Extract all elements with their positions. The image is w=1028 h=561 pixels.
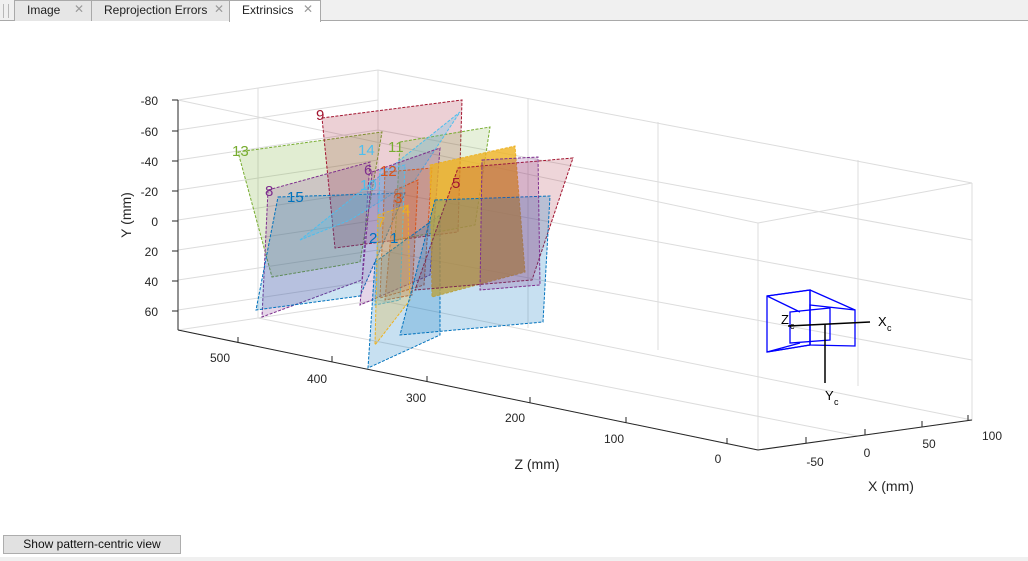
x-tick-label: 0 xyxy=(864,446,871,460)
pattern-centric-view-button[interactable]: Show pattern-centric view xyxy=(3,535,181,554)
y-axis-label: Y (mm) xyxy=(118,192,134,238)
board-label-4: 4 xyxy=(402,202,410,219)
tab-reprojection-errors-label: Reprojection Errors xyxy=(104,3,208,17)
x-tick-labels: -50 0 50 100 xyxy=(806,429,1002,469)
x-tick-label: -50 xyxy=(806,455,824,469)
y-tick-label: -60 xyxy=(141,125,159,139)
board-label-2: 2 xyxy=(369,230,377,247)
tab-extrinsics-close-icon[interactable]: ✕ xyxy=(303,0,313,19)
z-tick-labels: 500 400 300 200 100 0 xyxy=(210,351,722,466)
z-tick-label: 0 xyxy=(715,452,722,466)
board-extra[interactable] xyxy=(479,156,541,291)
board-label-5: 5 xyxy=(452,175,460,192)
camera-x-sub: c xyxy=(887,323,892,333)
y-tick-label: -80 xyxy=(141,94,159,108)
z-tick-label: 100 xyxy=(604,432,624,446)
x-tick-label: 50 xyxy=(922,437,936,451)
z-axis-label: Z (mm) xyxy=(514,456,559,472)
grid-top-left-edge xyxy=(177,69,379,101)
board-label-13: 13 xyxy=(232,143,249,160)
y-tick-label: 40 xyxy=(145,275,159,289)
x-axis-label: X (mm) xyxy=(868,478,914,494)
board-label-7: 7 xyxy=(377,214,385,231)
y-tick-label: -40 xyxy=(141,155,159,169)
y-tick-label: 20 xyxy=(145,245,159,259)
z-tick-label: 400 xyxy=(307,372,327,386)
board-label-14: 14 xyxy=(358,142,375,159)
z-tick-label: 500 xyxy=(210,351,230,365)
camera-y-label: Y xyxy=(825,388,834,403)
tab-image-label: Image xyxy=(27,3,61,17)
x-tick-label: 100 xyxy=(982,429,1002,443)
y-ticks xyxy=(172,99,178,312)
grid-floor-1 xyxy=(257,317,859,437)
tab-image-close-icon[interactable]: ✕ xyxy=(74,0,84,19)
z-tick-label: 300 xyxy=(406,391,426,405)
board-label-9: 9 xyxy=(316,107,324,124)
board-label-1: 1 xyxy=(390,230,398,247)
tab-reprojection-errors[interactable]: Reprojection Errors xyxy=(91,0,230,21)
extrinsics-window: Image ✕ Reprojection Errors ✕ Extrinsics… xyxy=(0,0,1028,561)
camera-z-label: Z xyxy=(781,312,789,327)
tab-reprojection-errors-close-icon[interactable]: ✕ xyxy=(214,0,224,19)
status-bar xyxy=(0,557,1028,561)
x-ticks xyxy=(805,415,969,443)
board-label-15: 15 xyxy=(287,189,304,206)
board-label-10: 10 xyxy=(360,177,377,194)
board-label-12: 12 xyxy=(380,163,397,180)
camera-z-sub: c xyxy=(790,321,795,331)
board-label-8: 8 xyxy=(265,183,273,200)
y-tick-label: 60 xyxy=(145,305,159,319)
y-tick-labels: -80 -60 -40 -20 0 20 40 60 xyxy=(141,94,159,319)
extrinsics-plot[interactable]: -80 -60 -40 -20 0 20 40 60 Y (mm) 500 40… xyxy=(0,21,1028,533)
boards xyxy=(237,99,574,369)
y-tick-label: -20 xyxy=(141,185,159,199)
camera-y-sub: c xyxy=(834,397,839,407)
camera-x-label: X xyxy=(878,314,887,329)
z-axis-line xyxy=(177,329,759,451)
tab-grip[interactable] xyxy=(3,4,9,18)
tab-extrinsics-label: Extrinsics xyxy=(242,3,294,17)
tab-bar: Image ✕ Reprojection Errors ✕ Extrinsics… xyxy=(0,0,1028,22)
board-label-11: 11 xyxy=(388,139,404,156)
z-tick-label: 200 xyxy=(505,411,525,425)
grid-mid-edge xyxy=(757,182,973,224)
y-tick-label: 0 xyxy=(151,215,158,229)
